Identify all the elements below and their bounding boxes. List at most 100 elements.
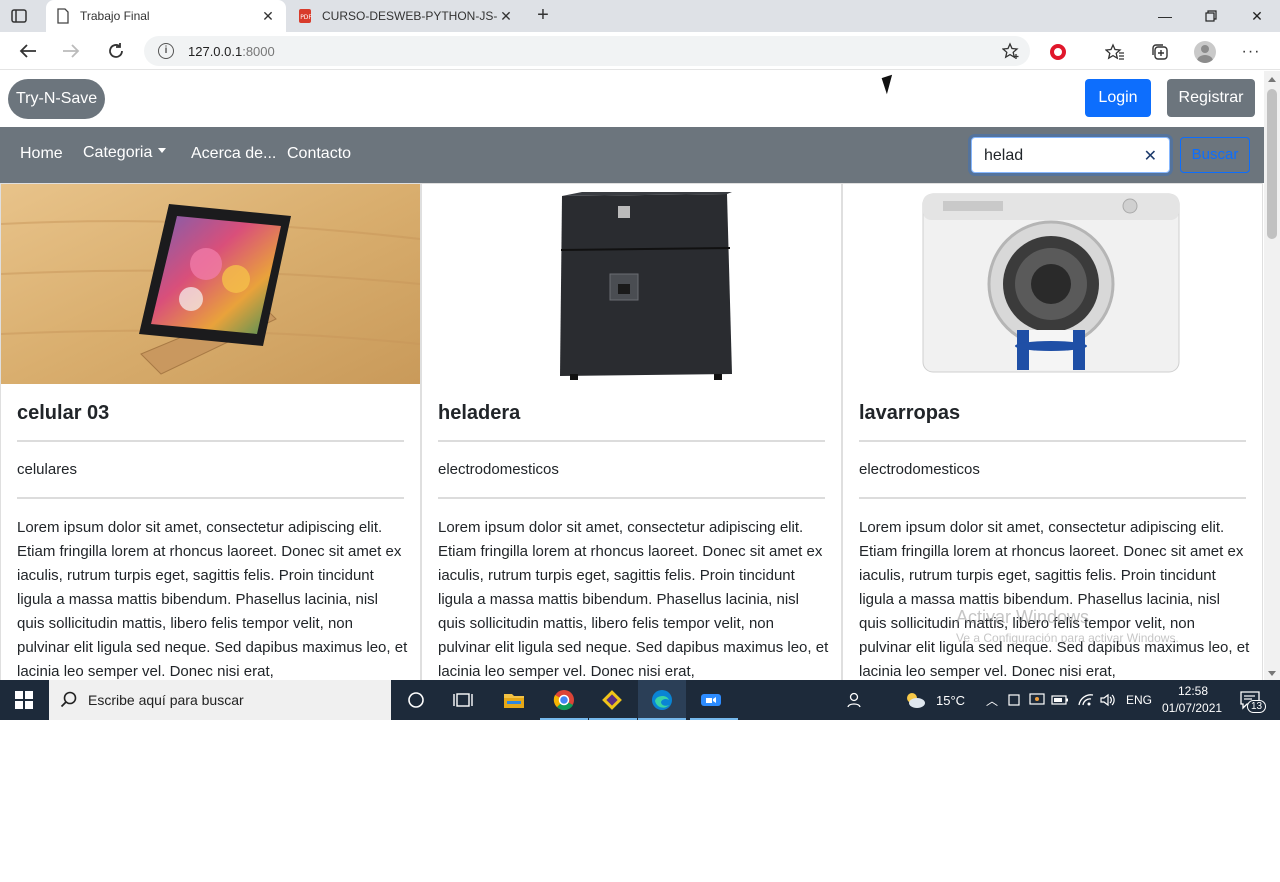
nav-categoria-label: Categoria bbox=[83, 144, 153, 161]
add-favorite-icon[interactable] bbox=[1001, 42, 1020, 60]
profile-avatar-icon[interactable] bbox=[1194, 41, 1216, 63]
wifi-icon[interactable] bbox=[1074, 688, 1098, 712]
nav-categoria-dropdown[interactable]: Categoria bbox=[83, 144, 167, 162]
tab-close-icon[interactable]: ✕ bbox=[498, 8, 514, 24]
browser-tab-active[interactable]: Trabajo Final ✕ bbox=[46, 0, 286, 32]
page-icon bbox=[56, 8, 70, 24]
display-icon[interactable] bbox=[1025, 688, 1049, 712]
divider bbox=[17, 440, 404, 442]
nav-acerca[interactable]: Acerca de... bbox=[191, 145, 276, 163]
product-description: Lorem ipsum dolor sit amet, consectetur … bbox=[17, 519, 408, 680]
windows-start-icon[interactable] bbox=[0, 680, 48, 720]
clock-time[interactable]: 12:58 bbox=[1178, 684, 1208, 698]
site-info-icon[interactable]: i bbox=[158, 43, 174, 59]
browser-toolbar: i 127.0.0.1:8000 ··· bbox=[0, 32, 1280, 70]
product-description: Lorem ipsum dolor sit amet, consectetur … bbox=[859, 519, 1250, 680]
divider bbox=[859, 497, 1246, 499]
opera-icon[interactable] bbox=[1047, 41, 1069, 63]
product-card: lavarropas electrodomesticos Lorem ipsum… bbox=[842, 183, 1263, 680]
edge-active-indicator bbox=[638, 718, 686, 720]
product-image-phone[interactable] bbox=[1, 184, 420, 384]
url-text: 127.0.0.1:8000 bbox=[188, 44, 275, 59]
site-header: Try-N-Save Login Registrar bbox=[0, 71, 1264, 127]
zoom-active-indicator bbox=[690, 718, 738, 720]
restore-icon[interactable] bbox=[1196, 4, 1226, 28]
tab-actions-icon[interactable] bbox=[10, 7, 28, 25]
language-indicator[interactable]: ENG bbox=[1126, 693, 1152, 707]
windows-watermark-subtitle: Ve a Configuración para activar Windows. bbox=[956, 631, 1179, 645]
task-view-icon[interactable] bbox=[451, 688, 475, 712]
browser-tab[interactable]: PDF CURSO-DESWEB-PYTHON-JS-20 ✕ bbox=[288, 0, 524, 32]
windows-taskbar: Escribe aquí para buscar 15°C ︿ ENG 12:5… bbox=[0, 680, 1280, 720]
weather-temperature: 15°C bbox=[936, 693, 966, 708]
git-app-icon[interactable] bbox=[600, 688, 624, 712]
page-viewport: Try-N-Save Login Registrar Home Categori… bbox=[0, 71, 1264, 680]
collections-icon[interactable] bbox=[1149, 41, 1171, 63]
tab-title: Trabajo Final bbox=[80, 9, 150, 23]
more-menu-icon[interactable]: ··· bbox=[1240, 41, 1262, 63]
reload-icon[interactable] bbox=[103, 39, 129, 63]
nav-home[interactable]: Home bbox=[20, 145, 63, 163]
product-title[interactable]: celular 03 bbox=[17, 402, 109, 425]
tab-title: CURSO-DESWEB-PYTHON-JS-20 bbox=[322, 9, 498, 23]
login-button[interactable]: Login bbox=[1085, 79, 1151, 117]
file-explorer-icon[interactable] bbox=[502, 688, 526, 712]
clear-search-icon[interactable]: ✕ bbox=[1144, 146, 1157, 166]
search-icon bbox=[60, 691, 78, 714]
tab-close-icon[interactable]: ✕ bbox=[260, 8, 276, 24]
battery-icon[interactable] bbox=[1048, 688, 1072, 712]
scroll-down-icon[interactable] bbox=[1268, 671, 1276, 676]
clock-date[interactable]: 01/07/2021 bbox=[1162, 701, 1222, 715]
svg-text:PDF: PDF bbox=[300, 14, 312, 21]
taskbar-search-input[interactable]: Escribe aquí para buscar bbox=[49, 680, 391, 720]
search-button[interactable]: Buscar bbox=[1180, 137, 1250, 173]
edge-icon[interactable] bbox=[638, 680, 686, 720]
zoom-icon[interactable] bbox=[699, 688, 723, 712]
scrollbar-thumb[interactable] bbox=[1267, 89, 1277, 239]
chrome-active-indicator bbox=[540, 718, 588, 720]
taskbar-search-placeholder: Escribe aquí para buscar bbox=[88, 692, 244, 708]
product-grid: celular 03 celulares Lorem ipsum dolor s… bbox=[0, 183, 1264, 680]
product-title[interactable]: heladera bbox=[438, 402, 520, 425]
scroll-up-icon[interactable] bbox=[1268, 77, 1276, 82]
divider bbox=[17, 497, 404, 499]
product-card: celular 03 celulares Lorem ipsum dolor s… bbox=[0, 183, 421, 680]
search-input[interactable]: helad ✕ bbox=[971, 137, 1170, 173]
minimize-icon[interactable]: — bbox=[1150, 4, 1180, 28]
chevron-up-icon[interactable]: ︿ bbox=[980, 688, 1004, 712]
favorites-icon[interactable] bbox=[1104, 41, 1126, 63]
main-navbar: Home Categoria Acerca de... Contacto hel… bbox=[0, 127, 1264, 183]
product-image-refrigerator[interactable] bbox=[422, 184, 841, 384]
product-category: celulares bbox=[17, 461, 78, 478]
divider bbox=[859, 440, 1246, 442]
product-description: Lorem ipsum dolor sit amet, consectetur … bbox=[438, 519, 829, 680]
divider bbox=[438, 440, 825, 442]
nav-contacto[interactable]: Contacto bbox=[287, 145, 351, 163]
new-tab-icon[interactable]: + bbox=[532, 5, 554, 26]
back-icon[interactable] bbox=[15, 39, 41, 63]
people-icon[interactable] bbox=[844, 688, 868, 712]
brand-logo[interactable]: Try-N-Save bbox=[8, 79, 106, 119]
url-host: 127.0.0.1 bbox=[188, 44, 243, 59]
product-category: electrodomesticos bbox=[438, 461, 559, 478]
close-window-icon[interactable]: ✕ bbox=[1242, 4, 1272, 28]
search-input-value: helad bbox=[984, 147, 1024, 164]
notifications-count: 13 bbox=[1247, 700, 1267, 713]
product-card: heladera electrodomesticos Lorem ipsum d… bbox=[421, 183, 842, 680]
cortana-icon[interactable] bbox=[404, 688, 428, 712]
address-bar[interactable]: i 127.0.0.1:8000 bbox=[144, 36, 1030, 66]
network-drive-icon[interactable] bbox=[1002, 688, 1026, 712]
volume-icon[interactable] bbox=[1096, 688, 1120, 712]
register-button[interactable]: Registrar bbox=[1167, 79, 1255, 117]
page-scrollbar[interactable] bbox=[1264, 71, 1280, 680]
chrome-icon[interactable] bbox=[552, 688, 576, 712]
browser-tabstrip: Trabajo Final ✕ PDF CURSO-DESWEB-PYTHON-… bbox=[0, 0, 1280, 32]
divider bbox=[438, 497, 825, 499]
screen: Trabajo Final ✕ PDF CURSO-DESWEB-PYTHON-… bbox=[0, 0, 1280, 720]
product-title[interactable]: lavarropas bbox=[859, 402, 960, 425]
pdf-icon: PDF bbox=[298, 8, 312, 24]
weather-icon[interactable] bbox=[903, 688, 927, 712]
product-image-washing-machine[interactable] bbox=[843, 184, 1262, 384]
forward-icon[interactable] bbox=[58, 39, 84, 63]
caret-down-icon bbox=[158, 148, 167, 154]
